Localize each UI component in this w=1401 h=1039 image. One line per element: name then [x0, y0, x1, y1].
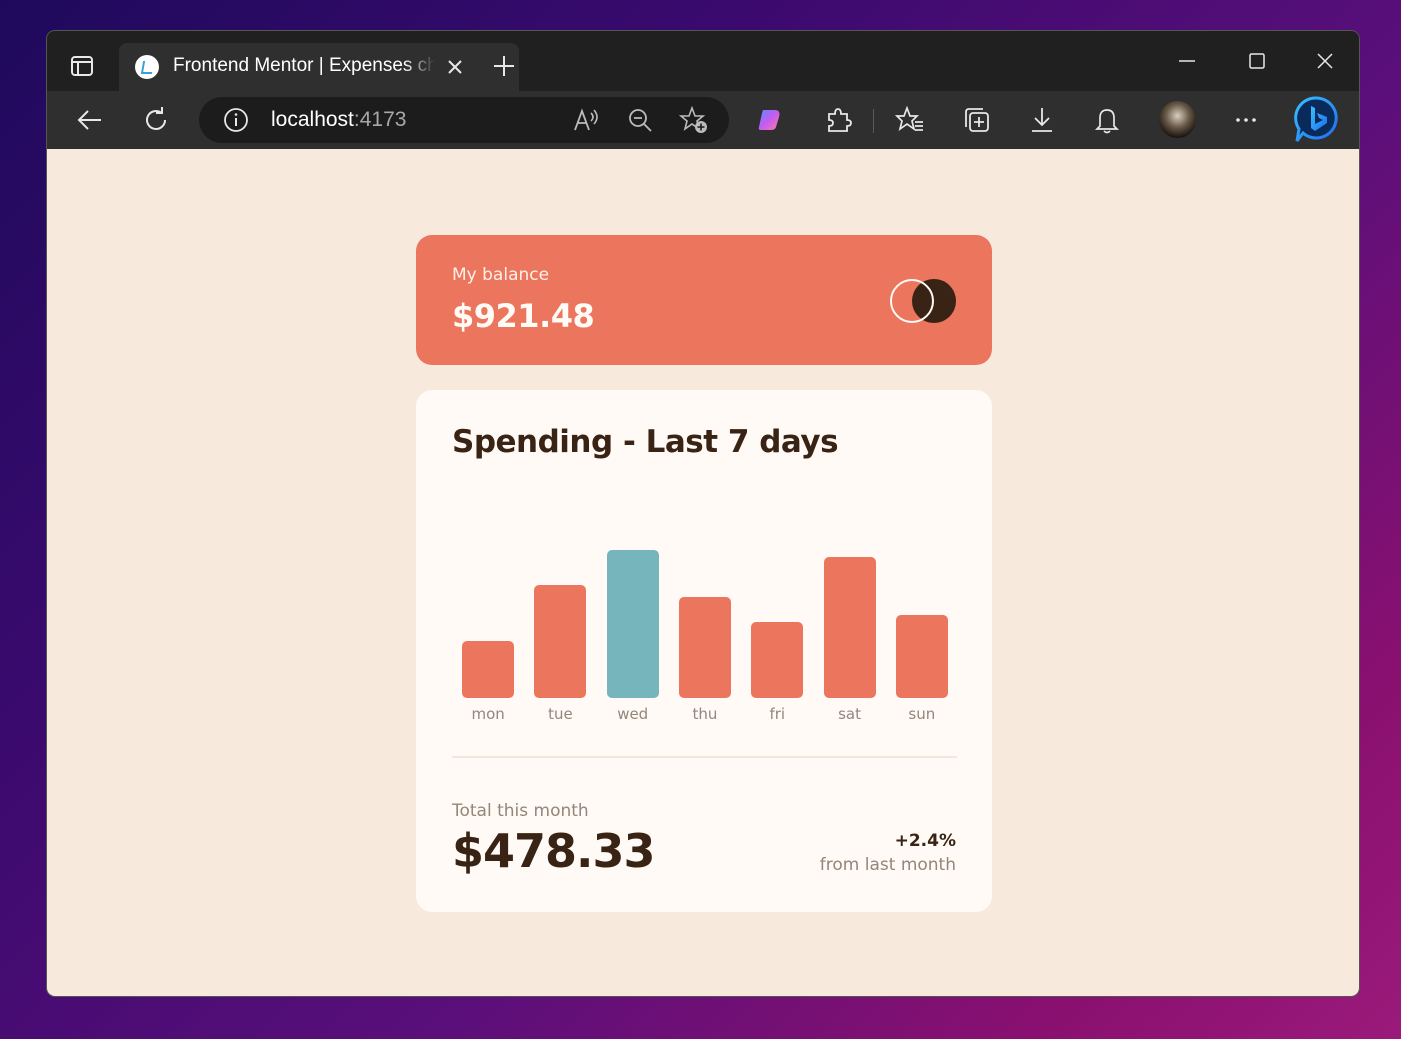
url-text: localhost:4173 [271, 108, 406, 132]
browser-toolbar: localhost:4173 [47, 91, 1359, 149]
favorites-icon[interactable] [895, 105, 925, 135]
bar-fri[interactable] [751, 622, 804, 698]
extensions-icon[interactable] [823, 105, 853, 135]
day-label-sun: sun [908, 705, 936, 723]
back-icon[interactable] [75, 105, 105, 135]
url-host: localhost [271, 108, 354, 131]
site-favicon [135, 55, 159, 79]
close-icon[interactable] [445, 57, 465, 77]
address-bar[interactable]: localhost:4173 [199, 97, 729, 143]
bar-mon[interactable] [462, 641, 515, 698]
day-label-thu: thu [692, 705, 718, 723]
more-icon[interactable] [1231, 105, 1261, 135]
downloads-icon[interactable] [1027, 105, 1057, 135]
copilot-icon[interactable] [755, 105, 785, 135]
bing-chat-icon[interactable] [1293, 95, 1341, 145]
bar-wed[interactable] [606, 550, 659, 698]
total-value: $478.33 [452, 824, 656, 878]
page-content: My balance $921.48 Spending - Last 7 day… [47, 149, 1359, 996]
day-label-sat: sat [838, 705, 861, 723]
spending-title: Spending - Last 7 days [452, 424, 839, 460]
day-label-mon: mon [471, 705, 505, 723]
minimize-icon[interactable] [1175, 49, 1199, 73]
new-tab-icon[interactable] [493, 55, 515, 77]
day-label-fri: fri [769, 705, 786, 723]
tab-actions-icon[interactable] [69, 53, 95, 79]
browser-tab[interactable]: Frontend Mentor | Expenses chart compone… [119, 43, 519, 91]
add-favorite-icon[interactable] [679, 106, 709, 134]
balance-value: $921.48 [452, 297, 595, 335]
browser-window: Frontend Mentor | Expenses chart compone… [46, 30, 1360, 997]
notifications-icon[interactable] [1092, 105, 1122, 135]
bar-tue[interactable] [534, 584, 587, 698]
site-info-icon[interactable] [223, 107, 249, 133]
bar-thu[interactable] [679, 597, 731, 698]
tab-bar: Frontend Mentor | Expenses chart compone… [47, 31, 1359, 91]
total-label: Total this month [452, 801, 589, 821]
zoom-out-icon[interactable] [627, 107, 653, 133]
bar-sun[interactable] [895, 615, 948, 698]
spending-card: Spending - Last 7 days mon tue wed thu fri sa… [416, 390, 992, 912]
window-close-icon[interactable] [1313, 49, 1337, 73]
toolbar-separator [873, 109, 874, 133]
url-port: :4173 [353, 108, 407, 131]
refresh-icon[interactable] [141, 105, 171, 135]
bar-sat[interactable] [823, 557, 876, 698]
logo-circles-icon [890, 279, 956, 323]
change-label: from last month [819, 855, 956, 875]
balance-label: My balance [452, 265, 550, 285]
collections-icon[interactable] [961, 105, 991, 135]
day-label-wed: wed [617, 705, 649, 723]
spending-chart: mon tue wed thu fri sat sun [452, 510, 958, 730]
profile-avatar[interactable] [1159, 101, 1196, 138]
tab-title: Frontend Mentor | Expenses chart compone… [173, 55, 435, 76]
divider [452, 756, 957, 758]
change-value: +2.4% [894, 831, 956, 851]
day-label-tue: tue [548, 705, 573, 723]
maximize-icon[interactable] [1245, 49, 1269, 73]
read-aloud-icon[interactable] [573, 107, 601, 133]
balance-card: My balance $921.48 [416, 235, 992, 365]
